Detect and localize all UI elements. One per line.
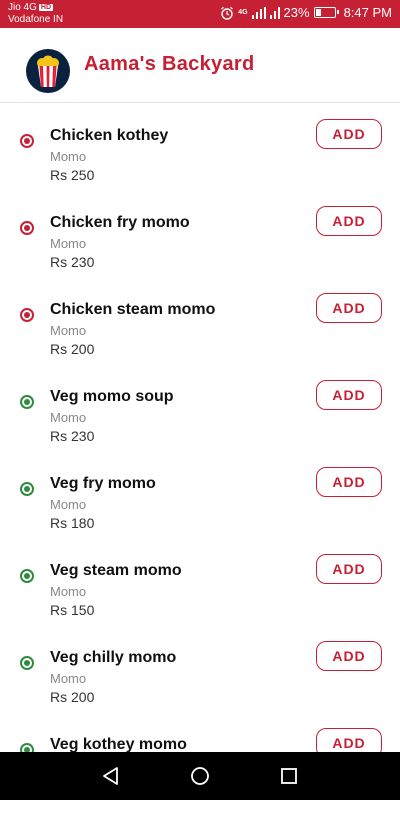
status-icons: 4G 23% 8:47 PM: [220, 5, 392, 20]
item-name: Veg chilly momo: [50, 649, 177, 666]
status-bar: Jio 4G HD Vodafone IN 4G 23% 8:47 PM: [0, 0, 400, 28]
network-type-badge: 4G: [238, 8, 248, 16]
battery-icon: [313, 7, 339, 18]
navigation-bar: [0, 752, 400, 800]
menu-item: Chicken fry momo Momo Rs 230 ADD: [0, 206, 400, 301]
back-triangle-icon[interactable]: [101, 766, 121, 786]
item-category: Momo: [50, 410, 87, 425]
nonveg-indicator-icon: [20, 308, 34, 322]
menu-item: Veg steam momo Momo Rs 150 ADD: [0, 554, 400, 649]
item-name: Chicken fry momo: [50, 214, 190, 231]
app-header: Aama's Backyard: [0, 28, 400, 103]
alarm-icon: [220, 6, 234, 20]
item-name: Veg steam momo: [50, 562, 182, 579]
item-category: Momo: [50, 584, 87, 599]
item-price: Rs 200: [50, 341, 95, 357]
menu-item: Veg chilly momo Momo Rs 200 ADD: [0, 641, 400, 736]
veg-indicator-icon: [20, 482, 34, 496]
add-button[interactable]: ADD: [316, 467, 382, 497]
nonveg-indicator-icon: [20, 134, 34, 148]
clock-time: 8:47 PM: [343, 5, 392, 20]
hd-badge: HD: [38, 4, 54, 11]
item-price: Rs 150: [50, 602, 95, 618]
add-button[interactable]: ADD: [316, 380, 382, 410]
item-category: Momo: [50, 497, 87, 512]
item-name: Veg fry momo: [50, 475, 156, 492]
veg-indicator-icon: [20, 569, 34, 583]
menu-item: Veg fry momo Momo Rs 180 ADD: [0, 467, 400, 562]
carrier-name-jio: Jio 4G: [8, 2, 37, 13]
signal-icon: [251, 6, 266, 19]
menu-item: Veg momo soup Momo Rs 230 ADD: [0, 380, 400, 475]
veg-indicator-icon: [20, 395, 34, 409]
menu-item: Chicken kothey Momo Rs 250 ADD: [0, 119, 400, 214]
item-category: Momo: [50, 149, 87, 164]
item-price: Rs 180: [50, 515, 95, 531]
add-button[interactable]: ADD: [316, 293, 382, 323]
item-price: Rs 200: [50, 689, 95, 705]
nonveg-indicator-icon: [20, 221, 34, 235]
restaurant-title: Aama's Backyard: [84, 53, 255, 75]
home-circle-icon[interactable]: [190, 766, 210, 786]
add-button[interactable]: ADD: [316, 206, 382, 236]
veg-indicator-icon: [20, 656, 34, 670]
item-name: Chicken kothey: [50, 127, 169, 144]
recents-square-icon[interactable]: [279, 766, 299, 786]
item-price: Rs 230: [50, 428, 95, 444]
carrier-primary: Jio 4G HD: [8, 2, 54, 13]
add-button[interactable]: ADD: [316, 641, 382, 671]
carrier-name-vodafone: Vodafone IN: [8, 14, 64, 25]
item-category: Momo: [50, 236, 87, 251]
item-category: Momo: [50, 671, 87, 686]
battery-percent: 23%: [283, 5, 310, 20]
item-name: Veg momo soup: [50, 388, 174, 405]
add-button[interactable]: ADD: [316, 119, 382, 149]
item-price: Rs 230: [50, 254, 95, 270]
popcorn-logo-icon: [26, 49, 70, 93]
signal-icon-secondary: [269, 6, 280, 19]
menu-item: Chicken steam momo Momo Rs 200 ADD: [0, 293, 400, 388]
item-price: Rs 250: [50, 167, 95, 183]
item-category: Momo: [50, 323, 87, 338]
item-name: Chicken steam momo: [50, 301, 216, 318]
add-button[interactable]: ADD: [316, 554, 382, 584]
